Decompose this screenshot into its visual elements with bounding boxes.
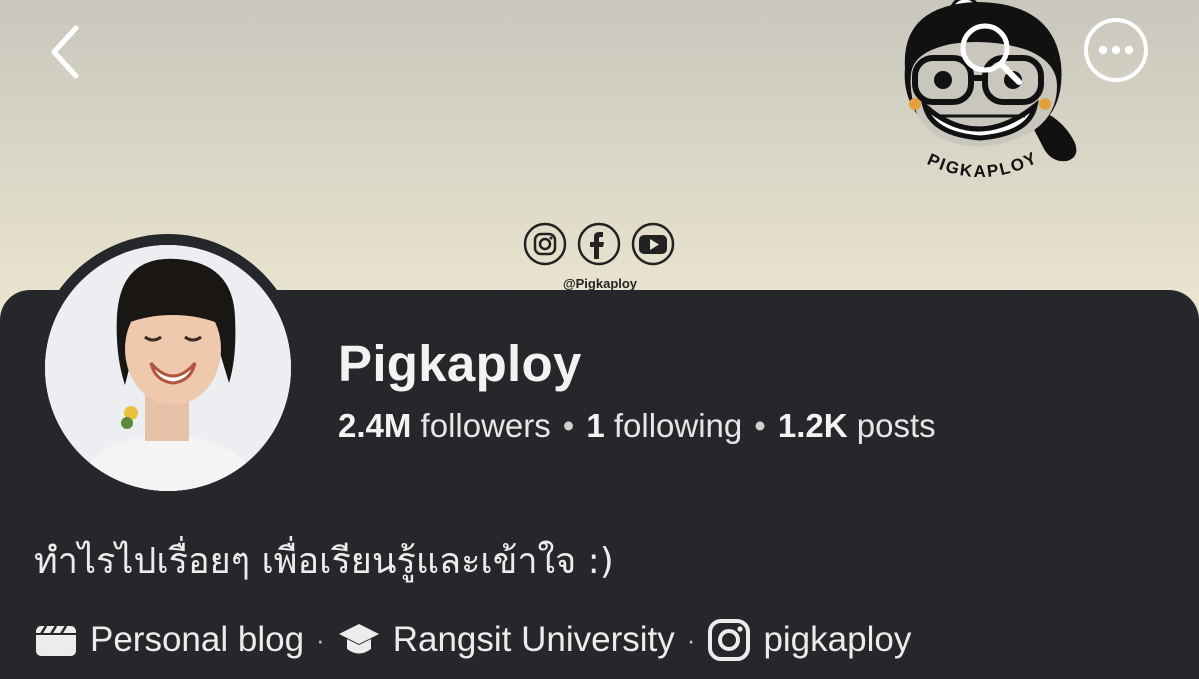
stats-separator: •: [754, 407, 766, 444]
social-icons: [523, 222, 675, 266]
instagram-icon: [523, 222, 567, 266]
mascot-label: PIGKAPLOY: [925, 148, 1040, 181]
graduation-cap-icon: [338, 624, 379, 654]
more-options-button[interactable]: [1080, 18, 1152, 90]
svg-text:PIGKAPLOY: PIGKAPLOY: [925, 148, 1042, 181]
category-item: Personal blog: [34, 618, 304, 662]
instagram-icon: [708, 619, 751, 661]
more-options-icon: [1084, 18, 1148, 82]
posts-label: posts: [856, 407, 936, 444]
youtube-icon: [631, 222, 675, 266]
following-stat[interactable]: 1 following: [586, 407, 742, 444]
profile-info-row: Personal blog · Rangsit University · pig…: [34, 618, 911, 662]
back-button[interactable]: [44, 22, 88, 82]
posts-count: 1.2K: [777, 407, 848, 444]
clapperboard-icon: [36, 625, 76, 656]
education-label: Rangsit University: [392, 620, 675, 659]
following-label: following: [613, 407, 743, 444]
followers-stat[interactable]: 2.4M followers: [338, 407, 551, 444]
profile-name: Pigkaploy: [338, 335, 582, 392]
instagram-link[interactable]: pigkaploy: [707, 618, 911, 662]
instagram-handle: pigkaploy: [763, 620, 912, 659]
stats-separator: •: [562, 407, 575, 444]
following-count: 1: [586, 407, 605, 444]
avatar[interactable]: [45, 245, 291, 491]
education-item[interactable]: Rangsit University: [337, 618, 675, 662]
search-icon: [960, 23, 1022, 85]
social-handle: @Pigkaploy: [562, 276, 638, 291]
posts-stat: 1.2K posts: [778, 407, 936, 444]
followers-label: followers: [420, 407, 551, 444]
facebook-icon: [577, 222, 621, 266]
info-separator: ·: [686, 624, 696, 655]
followers-count: 2.4M: [338, 407, 412, 444]
search-button[interactable]: [955, 18, 1027, 90]
profile-bio: ทำไรไปเรื่อยๆ เพื่อเรียนรู้และเข้าใจ :): [34, 541, 614, 582]
avatar-photo: [45, 245, 291, 491]
info-separator: ·: [316, 624, 325, 655]
category-label: Personal blog: [90, 620, 305, 659]
chevron-left-icon: [51, 25, 79, 79]
profile-stats: 2.4M followers • 1 following • 1.2K posts: [338, 407, 936, 445]
